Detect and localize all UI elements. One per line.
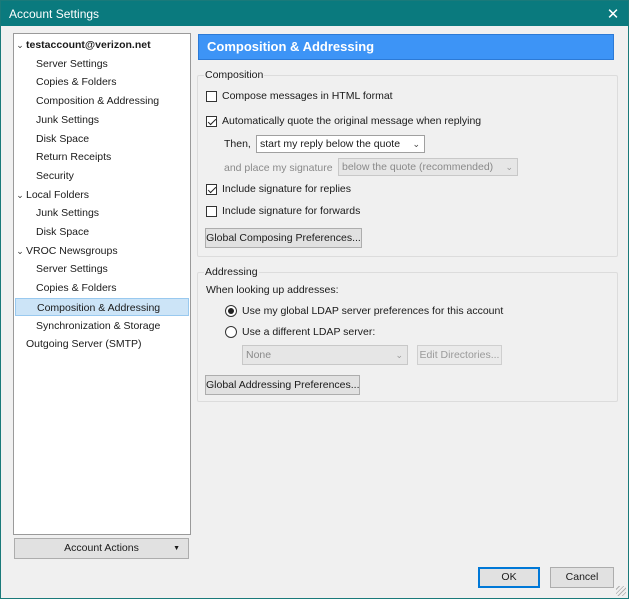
ldap-server-value: None bbox=[246, 349, 272, 361]
tree-item[interactable]: Copies & Folders bbox=[15, 73, 189, 91]
window-title: Account Settings bbox=[9, 7, 100, 21]
tree-item-label: Disk Space bbox=[36, 226, 90, 238]
chevron-down-icon: ⌄ bbox=[505, 162, 513, 172]
global-ldap-radio[interactable] bbox=[225, 305, 237, 317]
tree-item-label: Composition & Addressing bbox=[37, 301, 161, 314]
title-bar: Account Settings ✕ bbox=[1, 1, 628, 26]
signature-forwards-checkbox[interactable] bbox=[206, 206, 217, 217]
tree-item-label: Disk Space bbox=[36, 132, 90, 145]
tree-item-label: Server Settings bbox=[36, 263, 108, 276]
reply-position-value: start my reply below the quote bbox=[260, 138, 401, 150]
account-settings-window: Account Settings ✕ ⌄ testaccount@verizon.… bbox=[0, 0, 629, 599]
then-label: Then, bbox=[224, 138, 251, 150]
tree-item[interactable]: Server Settings bbox=[15, 55, 189, 73]
tree-item[interactable]: ⌄ VROC Newsgroups bbox=[15, 242, 189, 260]
signature-replies-label: Include signature for replies bbox=[222, 183, 351, 195]
global-addressing-preferences-button[interactable]: Global Addressing Preferences... bbox=[205, 375, 360, 395]
account-actions-label: Account Actions bbox=[64, 542, 139, 554]
html-format-checkbox[interactable] bbox=[206, 91, 217, 102]
tree-item[interactable]: Return Receipts bbox=[15, 148, 189, 166]
resize-grip-icon[interactable] bbox=[616, 586, 626, 596]
chevron-down-icon: ⌄ bbox=[412, 139, 420, 149]
tree-item-label: Security bbox=[36, 169, 74, 182]
tree-item[interactable]: Disk Space bbox=[15, 223, 189, 241]
signature-replies-checkbox[interactable] bbox=[206, 184, 217, 195]
chevron-down-icon[interactable]: ⌄ bbox=[15, 186, 25, 204]
chevron-down-icon[interactable]: ⌄ bbox=[15, 242, 25, 260]
tree-item-label: Synchronization & Storage bbox=[36, 319, 161, 332]
ldap-server-select[interactable]: None ⌄ bbox=[242, 345, 408, 365]
ok-button[interactable]: OK bbox=[478, 567, 540, 588]
signature-forwards-label: Include signature for forwards bbox=[222, 205, 361, 217]
global-ldap-label: Use my global LDAP server preferences fo… bbox=[242, 305, 504, 317]
tree-item-label: Junk Settings bbox=[36, 113, 100, 126]
tree-item[interactable]: Copies & Folders bbox=[15, 279, 189, 297]
reply-position-select[interactable]: start my reply below the quote ⌄ bbox=[256, 135, 425, 153]
tree-item[interactable]: Server Settings bbox=[15, 260, 189, 278]
tree-item[interactable]: Disk Space bbox=[15, 130, 189, 148]
different-ldap-label: Use a different LDAP server: bbox=[242, 326, 376, 338]
tree-item-label: Copies & Folders bbox=[36, 282, 117, 295]
signature-position-label: and place my signature bbox=[224, 162, 333, 174]
tree-item[interactable]: Outgoing Server (SMTP) bbox=[15, 335, 189, 353]
composition-group: Composition Compose messages in HTML for… bbox=[197, 69, 618, 257]
close-icon[interactable]: ✕ bbox=[598, 1, 628, 26]
tree-item-label: Outgoing Server (SMTP) bbox=[26, 338, 142, 351]
different-ldap-radio[interactable] bbox=[225, 326, 237, 338]
tree-item[interactable]: Synchronization & Storage bbox=[15, 317, 189, 335]
tree-item[interactable]: ⌄ testaccount@verizon.net bbox=[15, 36, 189, 54]
tree-item[interactable]: Composition & Addressing bbox=[15, 297, 189, 316]
tree-item[interactable]: Composition & Addressing bbox=[15, 92, 189, 110]
account-actions-button[interactable]: Account Actions ▼ bbox=[14, 538, 189, 559]
signature-position-select[interactable]: below the quote (recommended) ⌄ bbox=[338, 158, 518, 176]
auto-quote-checkbox[interactable] bbox=[206, 116, 217, 127]
account-tree[interactable]: ⌄ testaccount@verizon.net Server Settings C… bbox=[13, 33, 191, 535]
chevron-down-icon[interactable]: ⌄ bbox=[15, 36, 25, 54]
tree-item-label: Server Settings bbox=[36, 57, 108, 70]
tree-item-label: Copies & Folders bbox=[36, 76, 117, 89]
tree-item-label: testaccount@verizon.net bbox=[26, 39, 151, 51]
chevron-down-icon: ⌄ bbox=[395, 350, 403, 360]
addressing-group: Addressing When looking up addresses: Us… bbox=[197, 266, 618, 402]
tree-item[interactable]: Junk Settings bbox=[15, 111, 189, 129]
html-format-label: Compose messages in HTML format bbox=[222, 90, 393, 102]
dropdown-arrow-icon: ▼ bbox=[173, 545, 180, 552]
tree-item-label: Return Receipts bbox=[36, 151, 112, 164]
tree-item-label: Local Folders bbox=[26, 188, 90, 201]
tree-item[interactable]: Junk Settings bbox=[15, 204, 189, 222]
auto-quote-label: Automatically quote the original message… bbox=[222, 115, 482, 127]
tree-item-label: Composition & Addressing bbox=[36, 95, 160, 108]
lookup-label: When looking up addresses: bbox=[206, 284, 339, 296]
tree-item-label: VROC Newsgroups bbox=[26, 244, 118, 257]
edit-directories-button[interactable]: Edit Directories... bbox=[417, 345, 502, 365]
global-composing-preferences-button[interactable]: Global Composing Preferences... bbox=[205, 228, 362, 248]
pane-title: Composition & Addressing bbox=[198, 34, 614, 60]
composition-group-title: Composition bbox=[204, 69, 265, 81]
addressing-group-title: Addressing bbox=[204, 266, 259, 278]
signature-position-value: below the quote (recommended) bbox=[342, 161, 494, 173]
tree-item[interactable]: Security bbox=[15, 167, 189, 185]
tree-item[interactable]: ⌄ Local Folders bbox=[15, 186, 189, 204]
tree-item-label: Junk Settings bbox=[36, 207, 100, 220]
cancel-button[interactable]: Cancel bbox=[550, 567, 614, 588]
